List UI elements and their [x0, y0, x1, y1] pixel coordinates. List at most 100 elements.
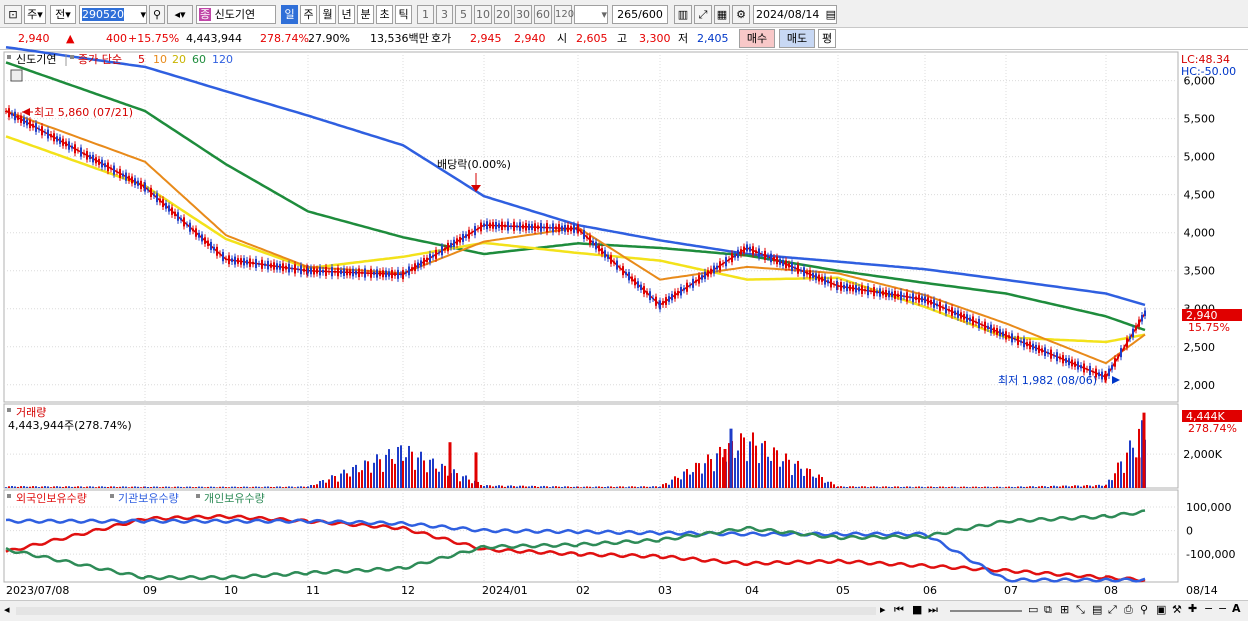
volume-bar: [948, 486, 950, 488]
volume-bar: [276, 486, 278, 488]
expand-icon[interactable]: ⤡: [1076, 603, 1085, 617]
volume-value: 4,443,944주(278.74%): [8, 419, 132, 432]
holding-tick-label: 0: [1186, 525, 1193, 538]
volume-bar: [23, 486, 25, 488]
candle-body: [489, 222, 491, 229]
volume-bar: [1041, 485, 1043, 488]
volume-bar: [930, 486, 932, 488]
candle-body: [370, 268, 372, 278]
volume-bar: [26, 486, 28, 488]
candle-body: [873, 287, 875, 297]
volume-bar: [876, 486, 878, 488]
minus-icon[interactable]: −: [1218, 602, 1227, 615]
candle-body: [367, 272, 369, 274]
print-icon[interactable]: ⎙: [1124, 603, 1133, 617]
volume-bar: [689, 474, 691, 488]
volume-bar: [631, 486, 633, 488]
calculator-icon[interactable]: [10, 69, 23, 82]
candle-body: [285, 265, 287, 270]
scroll-left-icon[interactable]: ◂: [4, 603, 10, 616]
volume-bar: [797, 460, 799, 488]
candle-body: [725, 257, 727, 267]
layout-icon[interactable]: ▭: [1028, 603, 1038, 616]
candle-body: [86, 151, 88, 160]
volume-bar: [249, 487, 251, 488]
candle-body: [960, 312, 962, 319]
candle-body: [689, 285, 691, 287]
candle-body: [779, 258, 781, 265]
zoom-out-icon[interactable]: −: [1204, 602, 1213, 615]
candle-body: [716, 265, 718, 270]
candle-body: [728, 259, 730, 261]
volume-bar: [683, 471, 685, 488]
volume-bar: [1089, 485, 1091, 488]
x-tick-label: 07: [1004, 584, 1018, 597]
candle-body: [17, 115, 19, 120]
candle-body: [44, 131, 46, 133]
volume-bar: [246, 486, 248, 488]
candle-body: [492, 222, 494, 229]
volume-bar: [607, 486, 609, 488]
volume-bar: [915, 486, 917, 488]
volume-bar: [5, 487, 7, 488]
volume-bar: [909, 486, 911, 488]
candle-body: [165, 202, 167, 209]
volume-bar: [522, 485, 524, 488]
save-icon[interactable]: ▣: [1156, 603, 1166, 616]
volume-bar: [815, 477, 817, 488]
volume-spike-bar: [723, 449, 727, 488]
volume-bar: [156, 486, 158, 488]
candle-body: [601, 248, 603, 255]
volume-bar: [528, 486, 530, 488]
candle-body: [504, 224, 506, 228]
volume-bar: [337, 481, 339, 488]
candle-body: [1098, 372, 1100, 377]
candle-body: [830, 278, 832, 288]
volume-bar: [334, 476, 336, 488]
candle-body: [14, 111, 16, 121]
candle-body: [255, 258, 257, 269]
price-tick-label: 5,000: [1184, 151, 1216, 164]
search2-icon[interactable]: ⚲: [1140, 603, 1148, 616]
candle-body: [1092, 371, 1094, 373]
horizontal-scrollbar[interactable]: [16, 607, 876, 615]
scroll-right-icon[interactable]: ▸: [880, 603, 886, 616]
candle-body: [595, 241, 597, 250]
volume-bar: [77, 486, 79, 488]
bars-icon[interactable]: ▤: [1092, 603, 1102, 616]
candle-body: [1129, 336, 1131, 340]
volume-bar: [885, 486, 887, 488]
candle-body: [140, 180, 142, 189]
candle-body: [319, 267, 321, 276]
candle-body: [385, 270, 387, 278]
volume-bar: [47, 486, 49, 488]
max-note: 최고 5,860 (07/21): [34, 106, 133, 119]
volume-bar: [625, 487, 627, 488]
price-tick-label: 4,500: [1184, 189, 1216, 202]
volume-bar: [761, 443, 763, 488]
candle-body: [1071, 359, 1073, 367]
rewind-icon[interactable]: ⏮: [894, 603, 904, 617]
tool-icon[interactable]: ⚒: [1172, 603, 1182, 616]
candle-body: [1120, 348, 1122, 358]
candle-body: [261, 259, 263, 269]
candle-body: [5, 111, 7, 113]
split-icon[interactable]: ⊞: [1060, 603, 1069, 616]
font-size-icon[interactable]: A: [1232, 602, 1241, 615]
candle-body: [8, 108, 10, 118]
volume-bar: [50, 487, 52, 488]
volume-bar: [267, 486, 269, 488]
volume-bar: [168, 486, 170, 488]
stop-icon[interactable]: ■: [912, 603, 922, 616]
candle-body: [435, 249, 437, 259]
cursor-icon[interactable]: ⤢: [1108, 603, 1117, 617]
volume-bar: [1101, 485, 1103, 488]
candle-body: [98, 158, 100, 165]
candle-body: [1017, 335, 1019, 345]
volume-bar: [821, 477, 823, 488]
copy-icon[interactable]: ⧉: [1044, 603, 1052, 617]
candle-body: [954, 310, 956, 316]
forward-icon[interactable]: ⏭: [928, 603, 938, 617]
zoom-slider[interactable]: [950, 610, 1022, 612]
zoom-in-icon[interactable]: ✚: [1188, 602, 1197, 615]
